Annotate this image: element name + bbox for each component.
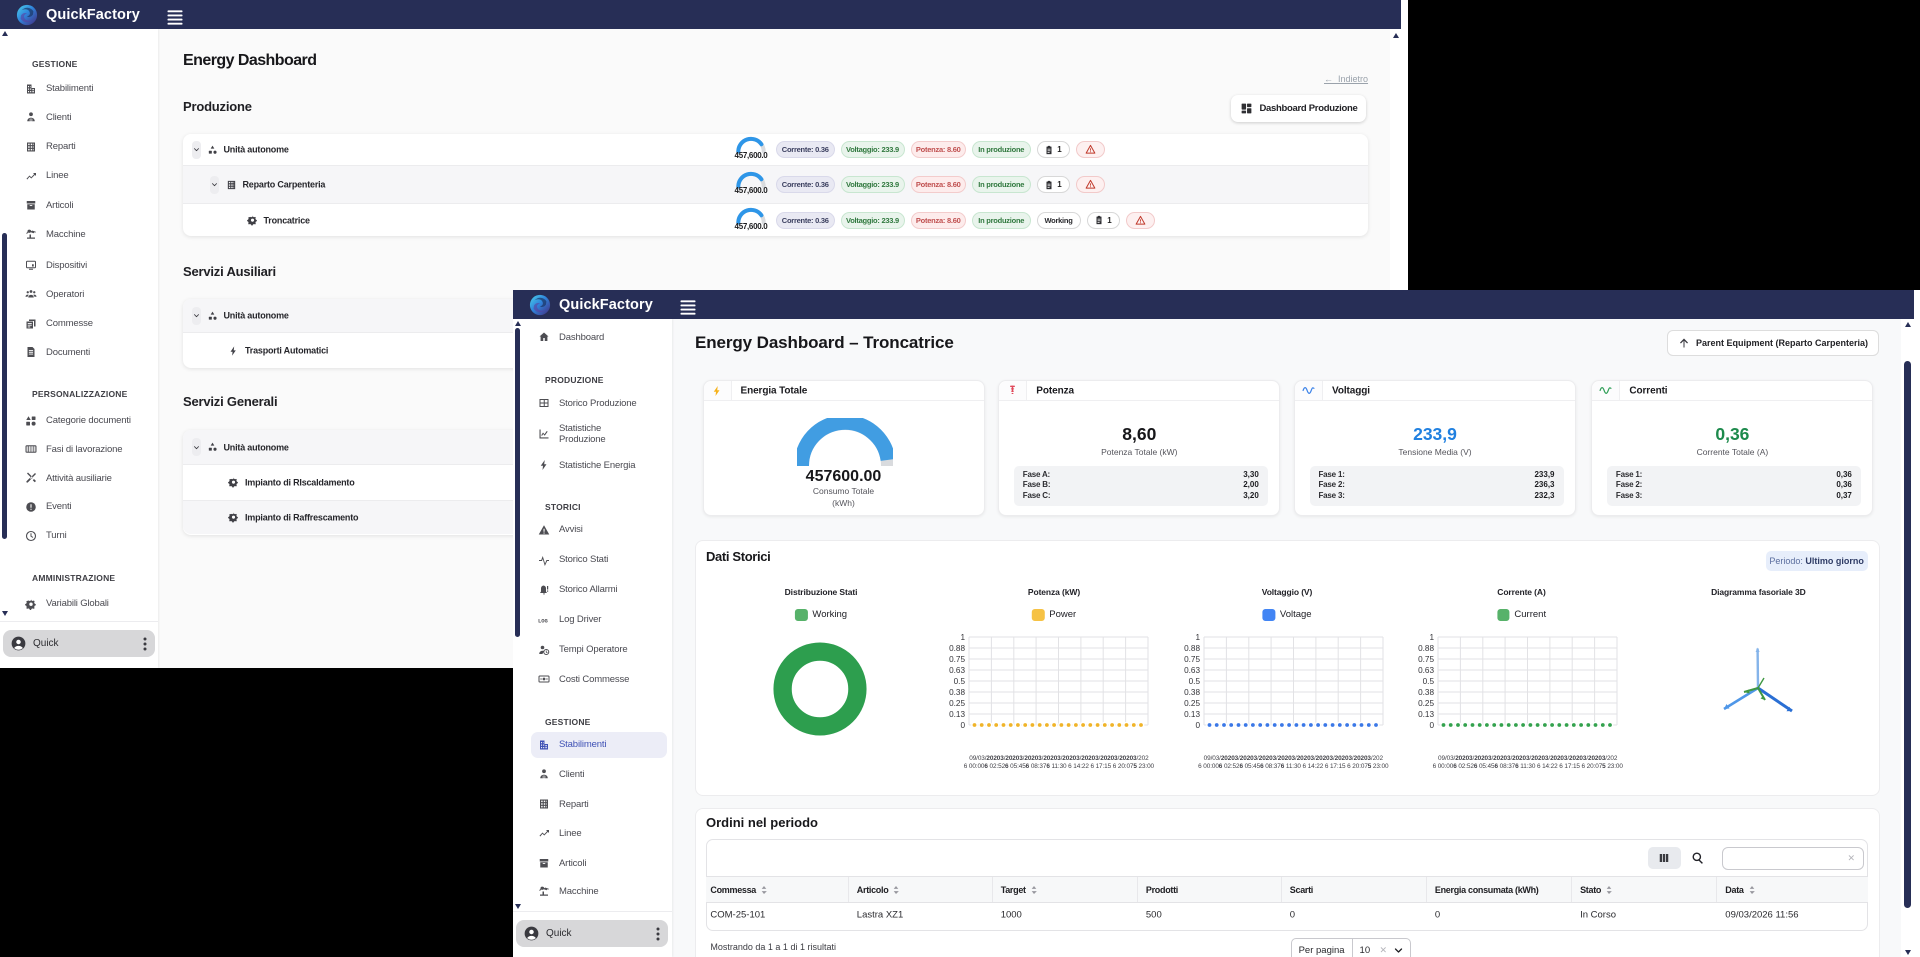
svg-text:0.75: 0.75 bbox=[1184, 655, 1200, 664]
svg-text:0.88: 0.88 bbox=[1418, 644, 1434, 653]
svg-text:0.25: 0.25 bbox=[1184, 699, 1200, 708]
svg-text:0.38: 0.38 bbox=[1418, 688, 1434, 697]
svg-text:0.63: 0.63 bbox=[1418, 666, 1434, 675]
svg-text:0: 0 bbox=[961, 721, 966, 730]
svg-text:0.88: 0.88 bbox=[1184, 644, 1200, 653]
svg-text:0.5: 0.5 bbox=[1188, 677, 1200, 686]
svg-text:0.63: 0.63 bbox=[949, 666, 965, 675]
svg-text:0.63: 0.63 bbox=[1184, 666, 1200, 675]
svg-text:LOG: LOG bbox=[538, 617, 548, 624]
svg-text:0.5: 0.5 bbox=[1423, 677, 1435, 686]
svg-text:0.75: 0.75 bbox=[949, 655, 965, 664]
svg-text:0.38: 0.38 bbox=[1184, 688, 1200, 697]
svg-text:0.38: 0.38 bbox=[949, 688, 965, 697]
svg-text:0.88: 0.88 bbox=[949, 644, 965, 653]
svg-text:0.13: 0.13 bbox=[1418, 710, 1434, 719]
svg-text:1: 1 bbox=[1195, 633, 1200, 642]
svg-text:1: 1 bbox=[1430, 633, 1435, 642]
svg-text:0.13: 0.13 bbox=[1184, 710, 1200, 719]
svg-text:0.25: 0.25 bbox=[949, 699, 965, 708]
svg-text:0: 0 bbox=[1430, 721, 1435, 730]
svg-text:1: 1 bbox=[961, 633, 966, 642]
svg-text:0.25: 0.25 bbox=[1418, 699, 1434, 708]
svg-text:0: 0 bbox=[1195, 721, 1200, 730]
svg-text:0.5: 0.5 bbox=[954, 677, 966, 686]
svg-text:0.13: 0.13 bbox=[949, 710, 965, 719]
svg-text:0.75: 0.75 bbox=[1418, 655, 1434, 664]
